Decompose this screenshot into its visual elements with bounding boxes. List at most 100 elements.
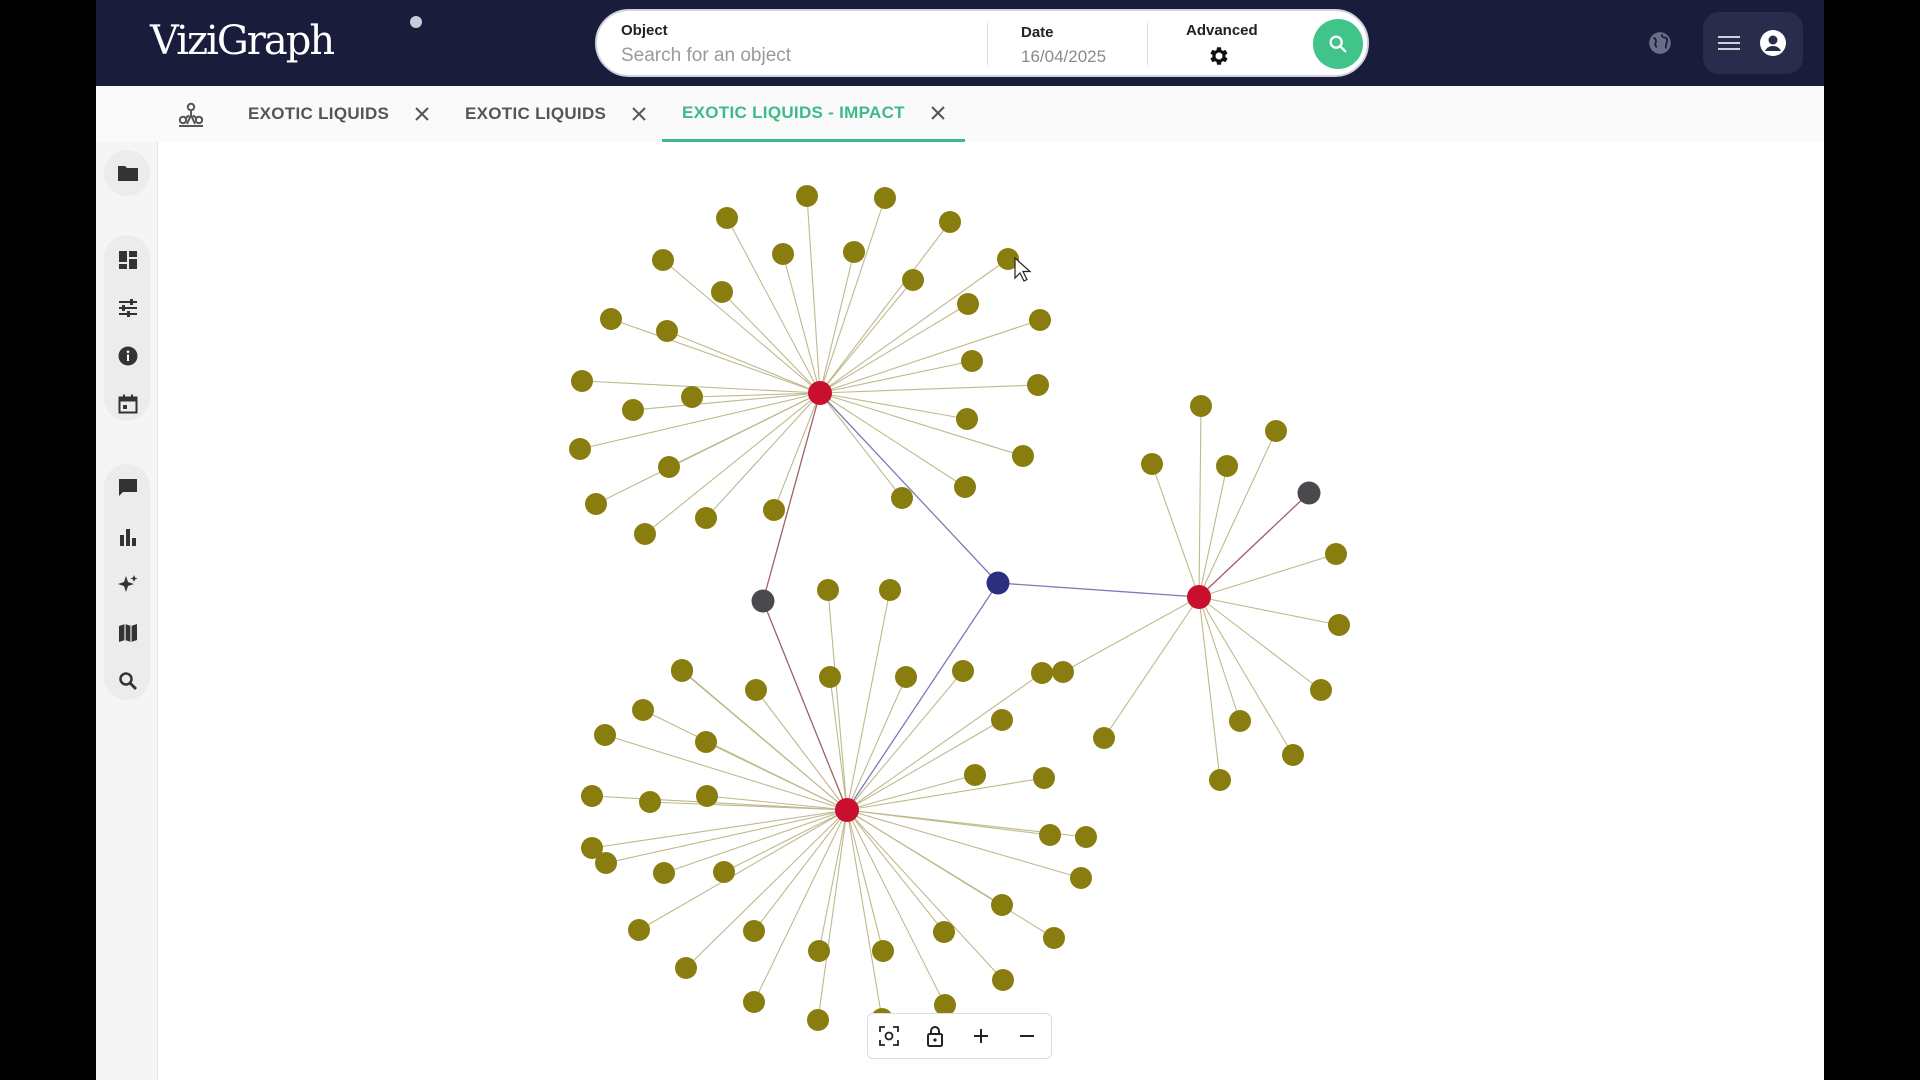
order-node[interactable] <box>585 493 607 515</box>
supplier-node[interactable] <box>986 571 1010 595</box>
order-node[interactable] <box>772 243 794 265</box>
order-node[interactable] <box>571 370 593 392</box>
product-hub-node[interactable] <box>808 381 832 405</box>
order-node[interactable] <box>902 269 924 291</box>
order-node[interactable] <box>1282 744 1304 766</box>
order-node[interactable] <box>872 940 894 962</box>
settings-gear-icon[interactable] <box>1206 43 1232 69</box>
order-node[interactable] <box>658 456 680 478</box>
product-hub-node[interactable] <box>1187 585 1211 609</box>
folder-icon[interactable] <box>116 161 140 185</box>
order-node[interactable] <box>743 920 765 942</box>
order-node[interactable] <box>1075 826 1097 848</box>
bar-chart-icon[interactable] <box>116 525 140 549</box>
order-node[interactable] <box>1190 395 1212 417</box>
order-node[interactable] <box>745 679 767 701</box>
order-node[interactable] <box>879 579 901 601</box>
close-icon[interactable] <box>415 107 429 121</box>
network-graph[interactable] <box>158 142 1824 1080</box>
zoom-in-icon[interactable] <box>969 1024 993 1048</box>
order-node[interactable] <box>796 185 818 207</box>
tab-exotic-liquids-impact[interactable]: EXOTIC LIQUIDS - IMPACT <box>662 86 965 142</box>
order-node[interactable] <box>939 211 961 233</box>
order-node[interactable] <box>711 281 733 303</box>
order-node[interactable] <box>763 499 785 521</box>
order-node[interactable] <box>961 350 983 372</box>
order-node[interactable] <box>1052 661 1074 683</box>
order-node[interactable] <box>656 320 678 342</box>
order-node[interactable] <box>695 507 717 529</box>
order-node[interactable] <box>696 785 718 807</box>
order-node[interactable] <box>952 660 974 682</box>
order-node[interactable] <box>891 487 913 509</box>
fit-view-icon[interactable] <box>877 1024 901 1048</box>
tab-exotic-liquids[interactable]: EXOTIC LIQUIDS <box>248 86 429 142</box>
order-node[interactable] <box>1325 543 1347 565</box>
order-node[interactable] <box>1043 927 1065 949</box>
order-node[interactable] <box>594 724 616 746</box>
order-node[interactable] <box>1012 445 1034 467</box>
dashboard-icon[interactable] <box>116 248 140 272</box>
search-button[interactable] <box>1313 19 1363 69</box>
order-node[interactable] <box>581 785 603 807</box>
order-node[interactable] <box>634 523 656 545</box>
order-node[interactable] <box>954 476 976 498</box>
order-node[interactable] <box>1031 662 1053 684</box>
category-node[interactable] <box>1297 481 1321 505</box>
order-node[interactable] <box>632 699 654 721</box>
lock-icon[interactable] <box>923 1024 947 1048</box>
order-node[interactable] <box>1141 453 1163 475</box>
order-node[interactable] <box>808 940 830 962</box>
order-node[interactable] <box>695 731 717 753</box>
order-node[interactable] <box>991 894 1013 916</box>
info-icon[interactable] <box>116 344 140 368</box>
order-node[interactable] <box>600 308 622 330</box>
order-node[interactable] <box>843 241 865 263</box>
order-node[interactable] <box>569 438 591 460</box>
order-node[interactable] <box>1229 710 1251 732</box>
sparkles-icon[interactable] <box>116 573 140 597</box>
product-hub-node[interactable] <box>835 798 859 822</box>
order-node[interactable] <box>991 709 1013 731</box>
order-node[interactable] <box>1029 309 1051 331</box>
order-node[interactable] <box>628 919 650 941</box>
globe-icon[interactable] <box>1646 29 1674 57</box>
order-node[interactable] <box>817 579 839 601</box>
object-search-input[interactable]: Search for an object <box>621 45 791 67</box>
order-node[interactable] <box>1209 769 1231 791</box>
account-avatar-icon[interactable] <box>1758 28 1788 58</box>
order-node[interactable] <box>639 791 661 813</box>
order-node[interactable] <box>895 666 917 688</box>
order-node[interactable] <box>743 991 765 1013</box>
comment-icon[interactable] <box>116 476 140 500</box>
calendar-icon[interactable] <box>116 392 140 416</box>
graph-home-icon[interactable] <box>176 100 206 130</box>
order-node[interactable] <box>1027 374 1049 396</box>
order-node[interactable] <box>653 862 675 884</box>
search-icon[interactable] <box>116 669 140 693</box>
order-node[interactable] <box>1039 824 1061 846</box>
order-node[interactable] <box>956 408 978 430</box>
order-node[interactable] <box>671 659 693 681</box>
order-node[interactable] <box>1328 614 1350 636</box>
order-node[interactable] <box>1265 420 1287 442</box>
order-node[interactable] <box>1093 727 1115 749</box>
tab-exotic-liquids[interactable]: EXOTIC LIQUIDS <box>465 86 646 142</box>
order-node[interactable] <box>819 666 841 688</box>
filter-sliders-icon[interactable] <box>116 296 140 320</box>
order-node[interactable] <box>964 764 986 786</box>
order-node[interactable] <box>675 957 697 979</box>
zoom-out-icon[interactable] <box>1015 1024 1039 1048</box>
order-node[interactable] <box>1216 455 1238 477</box>
close-icon[interactable] <box>632 107 646 121</box>
order-node[interactable] <box>1310 679 1332 701</box>
order-node[interactable] <box>933 921 955 943</box>
order-node[interactable] <box>957 293 979 315</box>
order-node[interactable] <box>622 399 644 421</box>
map-icon[interactable] <box>116 621 140 645</box>
category-node[interactable] <box>751 589 775 613</box>
order-node[interactable] <box>1033 767 1055 789</box>
order-node[interactable] <box>992 969 1014 991</box>
order-node[interactable] <box>1070 867 1092 889</box>
order-node[interactable] <box>595 852 617 874</box>
